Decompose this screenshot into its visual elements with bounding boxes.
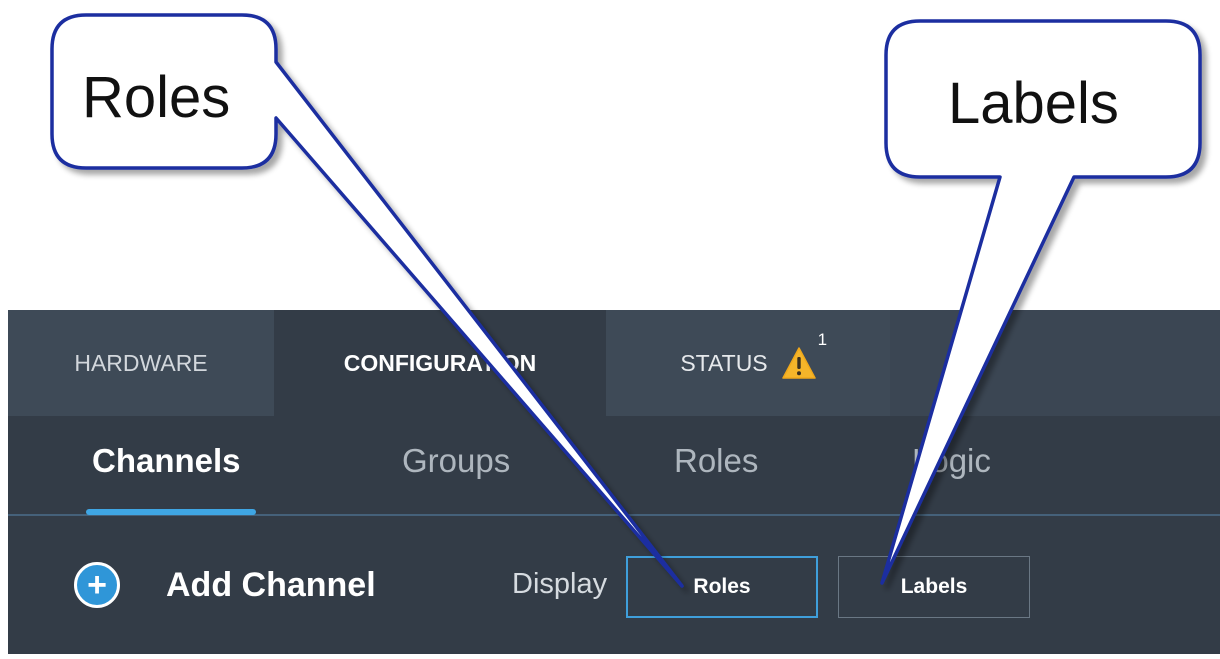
warning-triangle-icon: 1 <box>781 330 827 380</box>
sub-tab-logic[interactable]: Logic <box>912 442 991 480</box>
status-badge-count: 1 <box>817 330 828 349</box>
display-label: Display <box>512 568 608 600</box>
tab-configuration[interactable]: CONFIGURATION <box>274 310 606 416</box>
display-labels-label: Labels <box>900 575 968 598</box>
tab-hardware-label: HARDWARE <box>74 349 208 376</box>
sub-tab-bar: Channels Groups Roles Logic <box>8 416 1220 516</box>
app-panel: HARDWARE CONFIGURATION STATUS 1 Channels… <box>8 310 1220 654</box>
active-tab-indicator <box>86 509 256 515</box>
tab-configuration-label: CONFIGURATION <box>343 349 537 376</box>
toolbar: + Add Channel Display Roles Labels <box>8 516 1220 654</box>
callout-labels-text: Labels <box>948 71 1119 136</box>
tab-hardware[interactable]: HARDWARE <box>8 310 274 416</box>
display-labels-button[interactable]: Labels <box>838 556 1030 618</box>
plus-circle-icon[interactable]: + <box>74 562 120 608</box>
add-channel-button[interactable]: Add Channel <box>166 566 376 605</box>
sub-tab-channels[interactable]: Channels <box>92 442 241 480</box>
top-tab-bar: HARDWARE CONFIGURATION STATUS 1 <box>8 310 1220 416</box>
sub-tab-groups[interactable]: Groups <box>402 442 510 480</box>
tab-status-label: STATUS <box>680 349 768 376</box>
sub-tab-roles[interactable]: Roles <box>674 442 758 480</box>
display-roles-button[interactable]: Roles <box>626 556 818 618</box>
callout-roles-text: Roles <box>82 65 231 130</box>
display-roles-label: Roles <box>693 575 751 598</box>
tab-status[interactable]: STATUS 1 <box>606 310 890 416</box>
